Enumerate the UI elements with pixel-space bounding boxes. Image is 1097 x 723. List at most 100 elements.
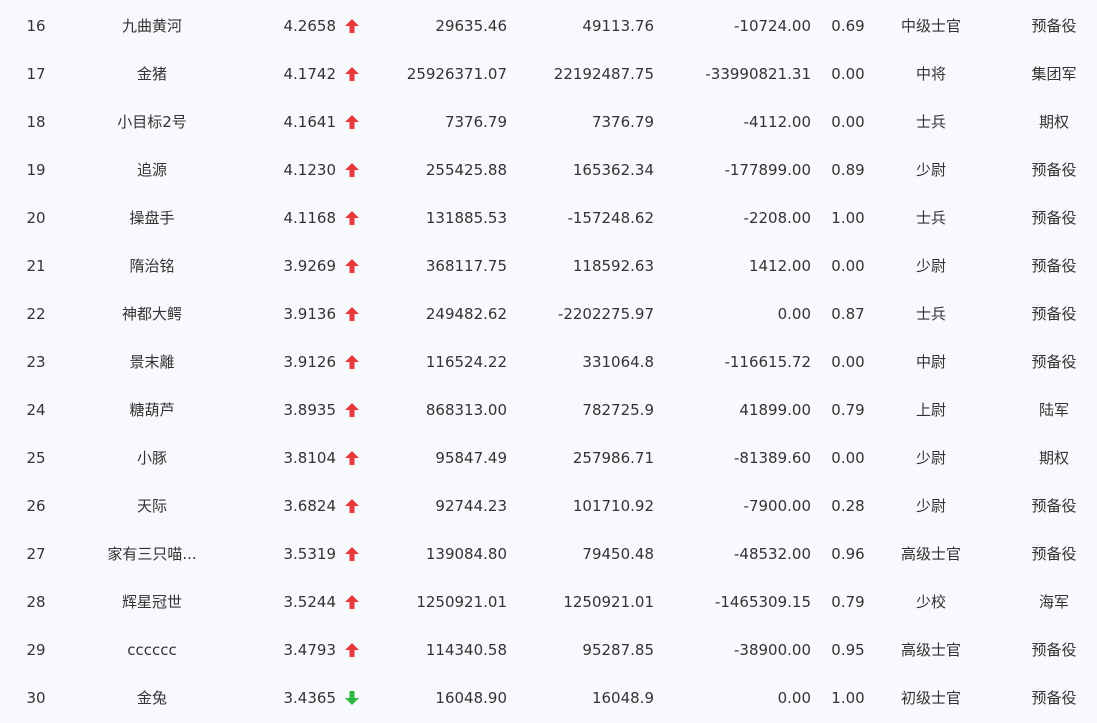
metric-value-3: -2208.00: [743, 209, 811, 227]
score-value: 4.1641: [283, 113, 337, 131]
trader-name[interactable]: 景末離: [88, 338, 216, 386]
rank-cell: 24: [26, 401, 46, 419]
ratio-value: 0.96: [831, 545, 865, 563]
table-row[interactable]: 24 糖葫芦 3.8935 868313.00 782725.9 41899.00 0.79…: [0, 386, 1097, 434]
metric-value-1: 139084.80: [425, 545, 507, 563]
rank-title: 少尉: [915, 449, 946, 467]
score-value: 4.1230: [283, 161, 337, 179]
metric-value-1: 95847.49: [435, 449, 507, 467]
metric-value-3: 41899.00: [739, 401, 811, 419]
table-row[interactable]: 22 神都大鳄 3.9136 249482.62 -2202275.97 0.00 0.87…: [0, 290, 1097, 338]
metric-value-2: -2202275.97: [557, 305, 654, 323]
ratio-value: 0.00: [831, 113, 865, 131]
metric-value-1: 116524.22: [425, 353, 507, 371]
metric-value-1: 1250921.01: [416, 593, 507, 611]
rank-cell: 30: [26, 689, 46, 707]
rank-cell: 23: [26, 353, 46, 371]
rank-title: 中尉: [915, 353, 946, 371]
score-value: 3.8935: [283, 401, 337, 419]
metric-value-2: 7376.79: [591, 113, 654, 131]
table-row[interactable]: 17 金猪 4.1742 25926371.07 22192487.75 -3399082…: [0, 50, 1097, 98]
rank-title: 上尉: [915, 401, 946, 419]
metric-value-1: 868313.00: [425, 401, 507, 419]
table-row[interactable]: 25 小豚 3.8104 95847.49 257986.71 -81389.60 0.00…: [0, 434, 1097, 482]
rank-title: 少校: [915, 593, 946, 611]
rank-title: 高级士官: [900, 545, 961, 563]
arrow-up-icon: [344, 98, 362, 146]
rank-title: 中将: [915, 65, 946, 83]
score-value: 3.9126: [283, 353, 337, 371]
arrow-up-icon: [344, 434, 362, 482]
table-row[interactable]: 27 家有三只喵... 3.5319 139084.80 79450.48 -48532.…: [0, 530, 1097, 578]
table-row[interactable]: 23 景末離 3.9126 116524.22 331064.8 -116615.72 0.…: [0, 338, 1097, 386]
rank-cell: 21: [26, 257, 46, 275]
account-type: 期权: [1038, 449, 1069, 467]
account-type: 预备役: [1031, 17, 1077, 35]
account-type: 海军: [1038, 593, 1069, 611]
account-type: 预备役: [1031, 497, 1077, 515]
metric-value-1: 249482.62: [425, 305, 507, 323]
trader-name[interactable]: cccccc: [88, 626, 216, 674]
metric-value-2: 79450.48: [582, 545, 654, 563]
arrow-up-icon: [344, 530, 362, 578]
metric-value-1: 368117.75: [425, 257, 507, 275]
rank-title: 少尉: [915, 497, 946, 515]
rank-cell: 17: [26, 65, 46, 83]
trader-name[interactable]: 天际: [88, 482, 216, 530]
trader-name[interactable]: 小目标2号: [88, 98, 216, 146]
trader-name[interactable]: 操盘手: [88, 194, 216, 242]
arrow-up-icon: [344, 338, 362, 386]
trader-name[interactable]: 辉星冠世: [88, 578, 216, 626]
table-row[interactable]: 16 九曲黄河 4.2658 29635.46 49113.76 -10724.00 0.6…: [0, 2, 1097, 50]
trader-name[interactable]: 金猪: [88, 50, 216, 98]
arrow-up-icon: [344, 578, 362, 626]
trader-name[interactable]: 金兔: [88, 674, 216, 722]
metric-value-3: -7900.00: [743, 497, 811, 515]
rank-cell: 19: [26, 161, 46, 179]
score-value: 4.1742: [283, 65, 337, 83]
ratio-value: 0.79: [831, 593, 865, 611]
score-value: 3.9136: [283, 305, 337, 323]
trader-name[interactable]: 小豚: [88, 434, 216, 482]
table-row[interactable]: 29 cccccc 3.4793 114340.58 95287.85 -38900.00…: [0, 626, 1097, 674]
metric-value-2: 331064.8: [582, 353, 654, 371]
metric-value-2: 1250921.01: [563, 593, 654, 611]
table-row[interactable]: 19 追源 4.1230 255425.88 165362.34 -177899.00 0.…: [0, 146, 1097, 194]
arrow-up-icon: [344, 626, 362, 674]
account-type: 期权: [1038, 113, 1069, 131]
metric-value-2: 49113.76: [582, 17, 654, 35]
trader-name[interactable]: 隋治铭: [88, 242, 216, 290]
ratio-value: 0.00: [831, 449, 865, 467]
ratio-value: 0.00: [831, 353, 865, 371]
score-value: 4.2658: [283, 17, 337, 35]
trader-name[interactable]: 追源: [88, 146, 216, 194]
metric-value-2: 101710.92: [572, 497, 654, 515]
score-value: 3.4365: [283, 689, 337, 707]
trader-name[interactable]: 神都大鳄: [88, 290, 216, 338]
table-row[interactable]: 18 小目标2号 4.1641 7376.79 7376.79 -4112.00 0.00 士…: [0, 98, 1097, 146]
ratio-value: 1.00: [831, 209, 865, 227]
rank-title: 少尉: [915, 257, 946, 275]
score-value: 3.4793: [283, 641, 337, 659]
rank-cell: 16: [26, 17, 46, 35]
metric-value-3: -48532.00: [734, 545, 811, 563]
trader-name[interactable]: 九曲黄河: [88, 2, 216, 50]
metric-value-2: 165362.34: [572, 161, 654, 179]
metric-value-3: 0.00: [777, 689, 811, 707]
metric-value-2: -157248.62: [567, 209, 654, 227]
table-row[interactable]: 30 金兔 3.4365 16048.90 16048.9 0.00 1.00 初级士官 预备役: [0, 674, 1097, 722]
table-row[interactable]: 21 隋治铭 3.9269 368117.75 118592.63 1412.00 0.00…: [0, 242, 1097, 290]
metric-value-1: 114340.58: [425, 641, 507, 659]
rank-title: 士兵: [915, 113, 946, 131]
table-row[interactable]: 26 天际 3.6824 92744.23 101710.92 -7900.00 0.28 少…: [0, 482, 1097, 530]
trader-name[interactable]: 家有三只喵...: [88, 530, 216, 578]
rank-cell: 25: [26, 449, 46, 467]
ratio-value: 0.28: [831, 497, 865, 515]
trader-name[interactable]: 糖葫芦: [88, 386, 216, 434]
account-type: 预备役: [1031, 545, 1077, 563]
ratio-value: 1.00: [831, 689, 865, 707]
table-row[interactable]: 28 辉星冠世 3.5244 1250921.01 1250921.01 -1465309…: [0, 578, 1097, 626]
rank-title: 士兵: [915, 305, 946, 323]
table-row[interactable]: 20 操盘手 4.1168 131885.53 -157248.62 -2208.00 1.…: [0, 194, 1097, 242]
rank-title: 少尉: [915, 161, 946, 179]
